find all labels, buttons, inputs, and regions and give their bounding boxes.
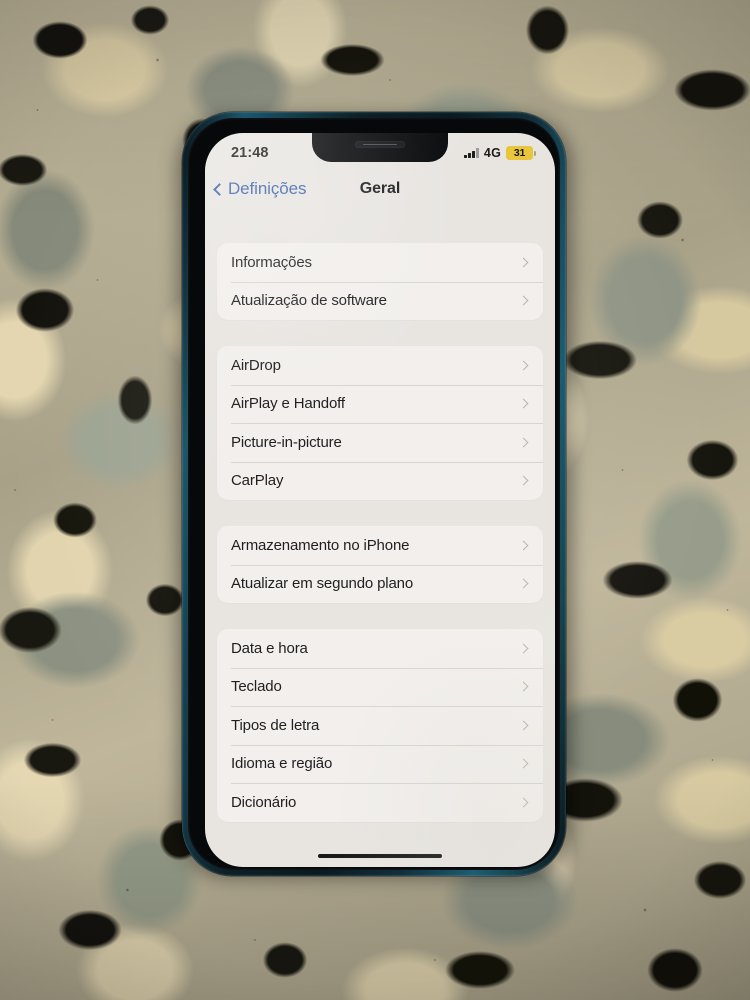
settings-group: Data e hora Teclado Tipos de letra Idioma e… — [217, 629, 543, 822]
settings-row-label: Atualização de software — [231, 292, 387, 310]
navigation-bar: Definições Geral — [205, 169, 555, 209]
settings-row[interactable]: Armazenamento no iPhone — [217, 526, 543, 565]
chevron-right-icon — [518, 720, 529, 731]
display-notch — [312, 133, 448, 162]
battery-low-power-mode-icon: 31 — [506, 146, 536, 160]
settings-row-label: AirPlay e Handoff — [231, 395, 345, 413]
settings-row-label: Picture-in-picture — [231, 433, 342, 451]
chevron-right-icon — [518, 758, 529, 769]
battery-percent-label: 31 — [513, 147, 526, 159]
settings-row-label: Data e hora — [231, 639, 308, 657]
chevron-right-icon — [518, 540, 529, 551]
photo-scene: 21:48 4G 31 Definições Geral Informações… — [0, 0, 750, 1000]
chevron-right-icon — [518, 437, 529, 448]
settings-row-label: Armazenamento no iPhone — [231, 536, 410, 554]
chevron-right-icon — [518, 475, 529, 486]
settings-row[interactable]: Informações — [217, 243, 543, 282]
earpiece-speaker-icon — [355, 141, 405, 148]
settings-row-label: Dicionário — [231, 793, 297, 811]
chevron-right-icon — [518, 681, 529, 692]
status-bar-indicators: 4G 31 — [464, 146, 536, 160]
settings-row[interactable]: Idioma e região — [217, 744, 543, 784]
settings-list[interactable]: Informações Atualização de software AirDro… — [205, 211, 555, 867]
settings-row[interactable]: AirPlay e Handoff — [217, 384, 543, 424]
chevron-right-icon — [518, 295, 529, 306]
settings-row-label: Idioma e região — [231, 755, 333, 773]
settings-row[interactable]: AirDrop — [217, 346, 543, 385]
phone-bezel: 21:48 4G 31 Definições Geral Informações… — [188, 118, 560, 870]
home-indicator-bar[interactable] — [318, 853, 442, 858]
network-type-label: 4G — [483, 146, 501, 160]
chevron-right-icon — [518, 398, 529, 409]
settings-row[interactable]: Dicionário — [217, 783, 543, 822]
settings-row[interactable]: Atualização de software — [217, 281, 543, 321]
back-button-label: Definições — [228, 179, 307, 198]
iphone-device: 21:48 4G 31 Definições Geral Informações… — [182, 112, 566, 876]
chevron-right-icon — [518, 643, 529, 654]
settings-row[interactable]: Data e hora — [217, 629, 543, 668]
settings-row-label: Tipos de letra — [231, 716, 320, 734]
chevron-left-icon — [213, 183, 226, 196]
settings-row-label: AirDrop — [231, 356, 281, 374]
chevron-right-icon — [518, 257, 529, 268]
settings-row-label: Atualizar em segundo plano — [231, 575, 414, 593]
chevron-right-icon — [518, 578, 529, 589]
back-button[interactable]: Definições — [213, 179, 307, 199]
settings-group: Informações Atualização de software — [217, 243, 543, 320]
settings-row[interactable]: Atualizar em segundo plano — [217, 564, 543, 604]
chevron-right-icon — [518, 360, 529, 371]
status-bar-clock: 21:48 — [231, 145, 269, 161]
phone-screen: 21:48 4G 31 Definições Geral Informações… — [205, 133, 555, 867]
settings-row[interactable]: Teclado — [217, 667, 543, 707]
settings-row-label: CarPlay — [231, 472, 284, 490]
settings-row[interactable]: Picture-in-picture — [217, 423, 543, 462]
settings-group: Armazenamento no iPhone Atualizar em segu… — [217, 526, 543, 603]
settings-row[interactable]: Tipos de letra — [217, 706, 543, 745]
settings-row-label: Teclado — [231, 678, 282, 696]
settings-row[interactable]: CarPlay — [217, 461, 543, 501]
settings-row-label: Informações — [231, 253, 312, 271]
chevron-right-icon — [518, 797, 529, 808]
settings-group: AirDrop AirPlay e Handoff Picture-in-pictu… — [217, 346, 543, 500]
cellular-signal-bars-icon — [464, 148, 479, 158]
